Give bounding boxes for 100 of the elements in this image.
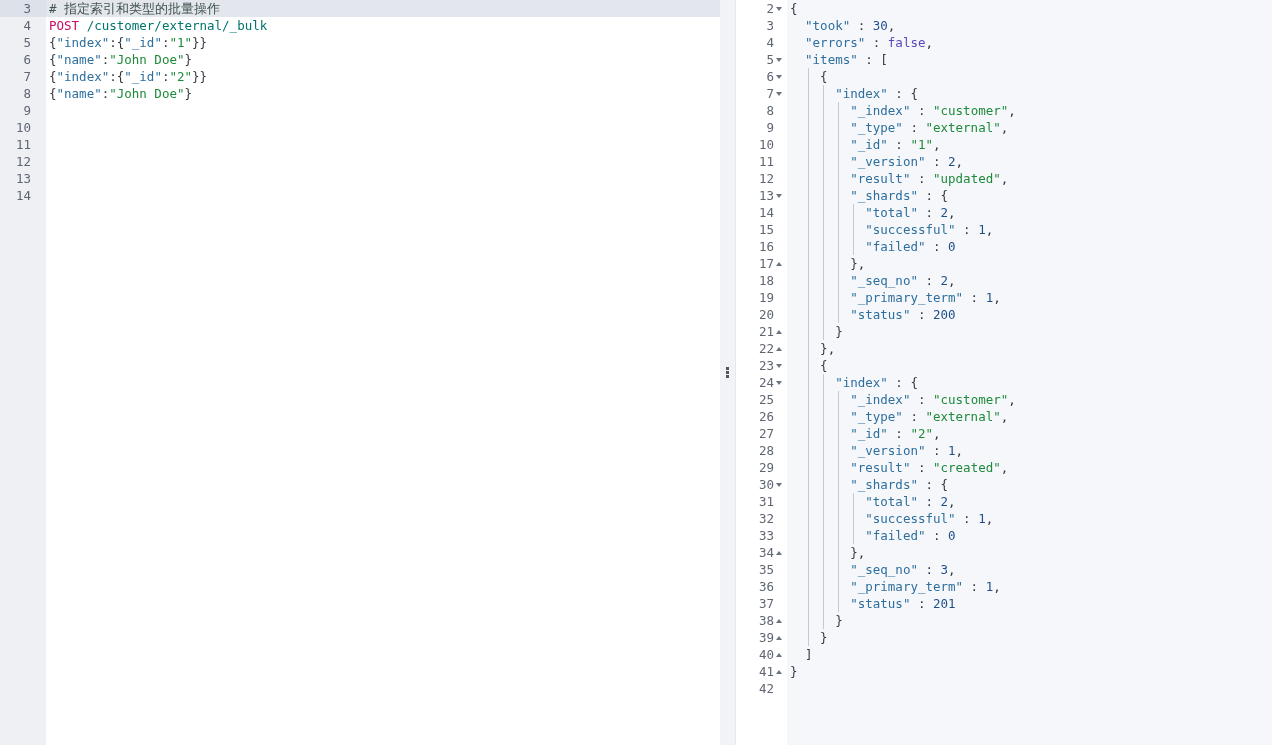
line-number: 29: [758, 459, 774, 476]
fold-caret-icon[interactable]: [775, 193, 782, 198]
line-number: 8: [766, 102, 774, 119]
code-line: },: [819, 341, 836, 356]
code-line: },: [849, 256, 866, 271]
line-number: 16: [758, 238, 774, 255]
fold-caret-icon[interactable]: [775, 329, 782, 334]
fold-caret-icon[interactable]: [775, 482, 782, 487]
code-line: "index" : {: [834, 86, 918, 101]
line-number: 20: [758, 306, 774, 323]
line-number: 6: [23, 51, 31, 68]
line-number: 40: [758, 646, 774, 663]
line-number: 41: [758, 663, 774, 680]
line-number: 27: [758, 425, 774, 442]
code-line: "total" : 2,: [864, 494, 956, 509]
code-line: "_type" : "external",: [849, 120, 1009, 135]
code-line: {"name":"John Doe"}: [49, 86, 192, 101]
line-number: 7: [23, 68, 31, 85]
fold-caret-icon[interactable]: [775, 618, 782, 623]
code-line: "items" : [: [804, 52, 888, 67]
line-number: 24: [758, 374, 774, 391]
code-line: {: [819, 358, 828, 373]
line-number: 17: [758, 255, 774, 272]
line-number: 10: [15, 119, 31, 136]
line-number: 9: [23, 102, 31, 119]
fold-caret-icon[interactable]: [775, 550, 782, 555]
line-number: 10: [758, 136, 774, 153]
line-number: 23: [758, 357, 774, 374]
line-number: 35: [758, 561, 774, 578]
fold-caret-icon[interactable]: [775, 669, 782, 674]
code-line: "successful" : 1,: [864, 511, 994, 526]
code-line: "_index" : "customer",: [849, 103, 1016, 118]
line-number: 30: [758, 476, 774, 493]
code-line: }: [790, 664, 798, 679]
code-line: {"index":{"_id":"1"}}: [49, 35, 208, 50]
code-line: "_primary_term" : 1,: [849, 579, 1001, 594]
code-line: "_version" : 1,: [849, 443, 964, 458]
line-number: 31: [758, 493, 774, 510]
line-number: 34: [758, 544, 774, 561]
fold-caret-icon[interactable]: [775, 380, 782, 385]
line-number: 28: [758, 442, 774, 459]
line-number: 39: [758, 629, 774, 646]
line-number: 14: [758, 204, 774, 221]
code-line: "_version" : 2,: [849, 154, 964, 169]
line-number: 11: [758, 153, 774, 170]
code-line: "_primary_term" : 1,: [849, 290, 1001, 305]
fold-caret-icon[interactable]: [775, 261, 782, 266]
code-line: POST /customer/external/_bulk: [49, 18, 268, 33]
fold-caret-icon[interactable]: [775, 57, 782, 62]
line-number: 12: [758, 170, 774, 187]
fold-caret-icon[interactable]: [775, 635, 782, 640]
code-line: "_index" : "customer",: [849, 392, 1016, 407]
code-line: ]: [804, 647, 813, 662]
line-number: 36: [758, 578, 774, 595]
line-number: 12: [15, 153, 31, 170]
line-number: 5: [766, 51, 774, 68]
drag-handle-icon[interactable]: [726, 367, 729, 378]
line-number: 11: [15, 136, 31, 153]
line-number: 21: [758, 323, 774, 340]
line-number: 7: [766, 85, 774, 102]
code-line: "_type" : "external",: [849, 409, 1009, 424]
fold-caret-icon[interactable]: [775, 346, 782, 351]
fold-caret-icon[interactable]: [775, 363, 782, 368]
line-number: 9: [766, 119, 774, 136]
line-number: 32: [758, 510, 774, 527]
code-line: {"index":{"_id":"2"}}: [49, 69, 208, 84]
code-line: {: [819, 69, 828, 84]
code-line: "status" : 200: [849, 307, 956, 322]
fold-caret-icon[interactable]: [775, 91, 782, 96]
line-number: 26: [758, 408, 774, 425]
code-line: "result" : "created",: [849, 460, 1009, 475]
line-number: 14: [15, 187, 31, 204]
line-number: 22: [758, 340, 774, 357]
code-line: }: [834, 324, 843, 339]
line-number: 5: [23, 34, 31, 51]
line-number: 37: [758, 595, 774, 612]
line-number: 15: [758, 221, 774, 238]
line-number: 18: [758, 272, 774, 289]
fold-caret-icon[interactable]: [775, 6, 782, 11]
code-line: "errors" : false,: [804, 35, 933, 50]
line-number: 13: [758, 187, 774, 204]
code-line: },: [849, 545, 866, 560]
code-line: }: [834, 613, 843, 628]
line-number: 33: [758, 527, 774, 544]
fold-caret-icon[interactable]: [775, 74, 782, 79]
code-line: "index" : {: [834, 375, 918, 390]
code-line: "failed" : 0: [864, 528, 956, 543]
code-line: "took" : 30,: [804, 18, 896, 33]
code-line: "result" : "updated",: [849, 171, 1009, 186]
fold-caret-icon[interactable]: [775, 652, 782, 657]
line-number: 3: [23, 0, 31, 17]
code-line: "_shards" : {: [849, 188, 949, 203]
line-number: 4: [766, 34, 774, 51]
line-number: 6: [766, 68, 774, 85]
code-line: "successful" : 1,: [864, 222, 994, 237]
line-number: 38: [758, 612, 774, 629]
line-number: 13: [15, 170, 31, 187]
code-line: "_seq_no" : 2,: [849, 273, 956, 288]
code-line: "_id" : "1",: [849, 137, 941, 152]
line-number: 4: [23, 17, 31, 34]
